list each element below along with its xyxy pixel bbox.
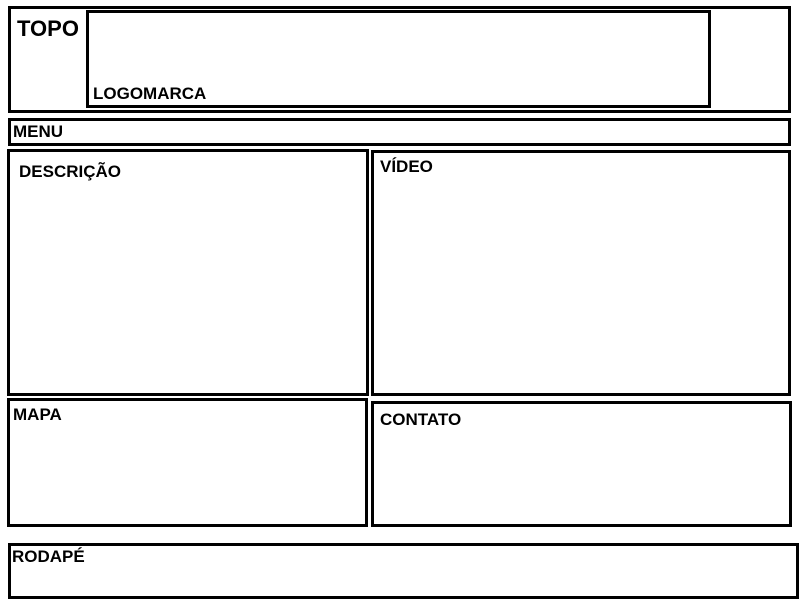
mapa-label: MAPA [13, 405, 62, 424]
menu-label: MENU [13, 122, 64, 141]
contato-label: CONTATO [380, 410, 462, 429]
topo-label: TOPO [17, 16, 79, 41]
descricao-section [7, 149, 369, 396]
rodape-section [8, 543, 799, 599]
descricao-label: DESCRIÇÃO [19, 162, 122, 181]
rodape-label: RODAPÉ [12, 547, 85, 566]
video-section [371, 150, 791, 396]
menu-section [8, 118, 791, 146]
video-label: VÍDEO [380, 157, 433, 176]
logomarca-label: LOGOMARCA [93, 84, 207, 103]
